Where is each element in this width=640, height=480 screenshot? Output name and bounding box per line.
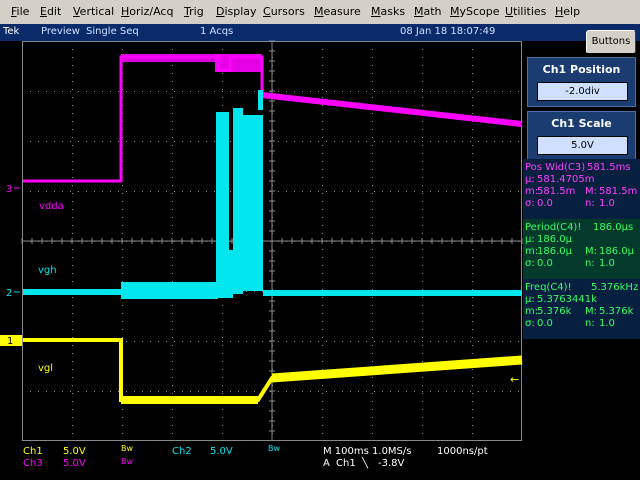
meas-min: 186.0μ — [537, 246, 572, 257]
ch1-scale-value[interactable]: 5.0V — [537, 136, 628, 155]
meas-max: 186.0μ — [599, 246, 634, 257]
meas-count: 1.0 — [599, 258, 615, 269]
vgl-label: vgl — [38, 363, 53, 374]
meas-value: 581.5ms — [587, 162, 631, 173]
ch2-scale[interactable]: 5.0V — [210, 446, 233, 457]
meas-stddev: 0.0 — [537, 318, 553, 329]
ch3-label[interactable]: Ch3 — [23, 458, 43, 469]
meas-name: Period(C4)! — [525, 222, 582, 233]
ch1-label[interactable]: Ch1 — [23, 446, 43, 457]
meas-count: 1.0 — [599, 318, 615, 329]
ch2-bw-indicator: Bw — [268, 444, 281, 453]
ch3-scale[interactable]: 5.0V — [63, 458, 86, 469]
meas-value: 186.0μs — [593, 222, 634, 233]
ch3-marker: 3 — [6, 184, 12, 195]
measurement-frequency: Freq(C4)! 5.376kHz μ: 5.3763441k m: 5.37… — [523, 279, 640, 339]
measurement-pos-width: Pos Wid(C3) 581.5ms μ: 581.4705m m: 581.… — [523, 159, 640, 219]
meas-mean: 5.3763441k — [537, 294, 597, 305]
meas-value: 5.376kHz — [591, 282, 639, 293]
meas-max: 581.5m — [599, 186, 638, 197]
ch1-position-value[interactable]: -2.0div — [537, 82, 628, 101]
right-panel: Ch1 Position -2.0div Ch1 Scale 5.0V Pos … — [523, 53, 640, 445]
ch1-position-control[interactable]: Ch1 Position -2.0div — [527, 57, 636, 107]
ch1-scale[interactable]: 5.0V — [63, 446, 86, 457]
meas-mean: 186.0μ — [537, 234, 572, 245]
meas-max: 5.376k — [599, 306, 634, 317]
trigger-channel[interactable]: Ch1 — [336, 458, 356, 469]
meas-count: 1.0 — [599, 198, 615, 209]
ch1-position-title: Ch1 Position — [542, 63, 621, 76]
vgh-label: vgh — [38, 265, 57, 276]
meas-min: 5.376k — [537, 306, 572, 317]
meas-name: Freq(C4)! — [525, 282, 572, 293]
ch1-bw-indicator: Bw — [121, 444, 134, 453]
ch1-marker: 1 — [7, 336, 13, 347]
meas-stddev: 0.0 — [537, 258, 553, 269]
ch1-scale-title: Ch1 Scale — [551, 117, 612, 130]
meas-stddev: 0.0 — [537, 198, 553, 209]
meas-name: Pos Wid(C3) — [525, 162, 586, 173]
measurement-period: Period(C4)! 186.0μs μ: 186.0μ m: 186.0μ … — [523, 219, 640, 279]
resolution-readout: 1000ns/pt — [437, 446, 488, 457]
channel-readout-bar: Ch1 5.0V Bw Ch2 5.0V Bw Ch3 5.0V Bw M 10… — [0, 441, 640, 480]
meas-mean: 581.4705m — [537, 174, 595, 185]
trigger-slope-icon: ╲ — [362, 458, 369, 469]
ch2-label[interactable]: Ch2 — [172, 446, 192, 457]
trigger-prefix: A — [323, 458, 330, 469]
vdda-label: vdda — [39, 201, 64, 212]
ch1-scale-control[interactable]: Ch1 Scale 5.0V — [527, 111, 636, 161]
trigger-level-icon: ← — [510, 373, 519, 386]
meas-min: 581.5m — [537, 186, 576, 197]
trigger-level[interactable]: -3.8V — [378, 458, 404, 469]
ch3-bw-indicator: Bw — [121, 457, 134, 466]
ch2-marker: 2 — [6, 288, 12, 299]
timebase-readout[interactable]: M 100ms 1.0MS/s — [323, 446, 411, 457]
